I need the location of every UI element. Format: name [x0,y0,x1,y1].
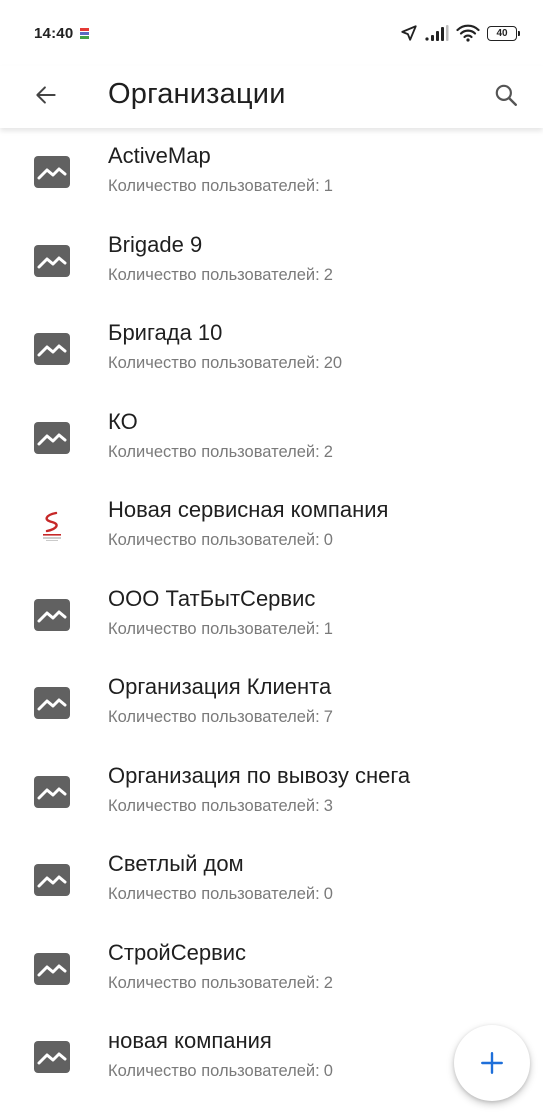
users-count-value: 2 [323,265,333,284]
list-item[interactable]: Организация Клиента Количество пользовате… [0,659,543,748]
organization-user-count: Количество пользователей: 3 [108,797,333,816]
users-count-label: Количество пользователей: [108,885,320,903]
image-placeholder-icon [34,1041,70,1073]
organization-name: СтройСервис [108,939,247,965]
organization-list: ActiveMap Количество пользователей: 1 Briga… [0,128,543,1102]
users-count-label: Количество пользователей: [108,1062,320,1080]
organization-name: Новая сервисная компания [108,497,389,522]
users-count-label: Количество пользователей: [108,619,320,638]
organization-user-count: Количество пользователей: 2 [108,266,333,285]
notification-icon [80,27,90,39]
users-count-value: 2 [323,973,333,992]
users-count-value: 2 [323,442,333,461]
image-placeholder-icon [34,864,70,896]
organization-user-count: Количество пользователей: 1 [108,177,333,196]
list-item[interactable]: ActiveMap Количество пользователей: 1 [0,128,543,217]
users-count-label: Количество пользователей: [108,531,320,549]
back-button[interactable] [30,79,62,111]
search-icon [495,84,517,106]
users-count-label: Количество пользователей: [108,708,320,726]
organization-user-count: Количество пользователей: 1 [108,620,333,639]
organization-user-count: Количество пользователей: 0 [108,531,333,550]
organization-name: Brigade 9 [108,231,203,257]
users-count-label: Количество пользователей: [108,442,320,461]
status-bar: 14:40 40 [0,0,543,66]
list-item[interactable]: СтройСервис Количество пользователей: 2 [0,925,543,1014]
organization-user-count: Количество пользователей: 20 [108,354,342,373]
add-organization-button[interactable] [454,1025,530,1101]
organization-name: новая компания [108,1028,272,1053]
users-count-value: 3 [323,796,333,815]
battery-icon: 40 [487,25,520,41]
wifi-icon [456,24,480,42]
users-count-value: 20 [323,354,343,372]
location-arrow-icon [401,25,417,41]
list-item[interactable]: Бригада 10 Количество пользователей: 20 [0,305,543,394]
organization-name: КО [108,408,138,434]
users-count-label: Количество пользователей: [108,265,320,284]
users-count-label: Количество пользователей: [108,354,320,372]
organization-name: Организация по вывозу снега [108,762,411,788]
list-item[interactable]: Организация по вывозу снега Количество по… [0,748,543,837]
list-item[interactable]: КО Количество пользователей: 2 [0,394,543,483]
company-logo-icon [34,510,70,542]
users-count-value: 7 [323,708,333,726]
image-placeholder-icon [34,775,70,808]
users-count-value: 0 [323,885,333,903]
image-placeholder-icon [34,687,70,719]
app-bar: Организации [0,66,543,128]
list-item[interactable]: Светлый дом Количество пользователей: 0 [0,836,543,925]
image-placeholder-icon [34,952,70,985]
organization-name: Светлый дом [108,851,244,876]
signal-icon [425,25,449,41]
image-placeholder-icon [34,156,70,188]
arrow-back-icon [36,86,56,104]
search-button[interactable] [489,78,523,112]
list-item[interactable]: ООО ТатБытСервис Количество пользователей… [0,571,543,660]
organization-name: ActiveMap [108,143,211,168]
organizations-screen: 14:40 40 Организации ActiveMap Количеств… [0,0,543,1120]
page-title: Организации [108,78,286,110]
list-item[interactable]: Brigade 9 Количество пользователей: 2 [0,217,543,306]
status-icons: 40 [400,24,520,42]
status-time: 14:40 [34,24,74,42]
users-count-value: 0 [323,531,333,549]
users-count-value: 0 [323,1062,333,1080]
organization-user-count: Количество пользователей: 2 [108,443,333,462]
organization-user-count: Количество пользователей: 2 [108,974,333,993]
organization-name: ООО ТатБытСервис [108,585,316,611]
image-placeholder-icon [34,333,70,365]
image-placeholder-icon [34,421,70,454]
organization-user-count: Количество пользователей: 0 [108,885,333,904]
users-count-value: 1 [323,177,333,195]
organization-name: Бригада 10 [108,320,223,345]
battery-level: 40 [496,27,508,39]
organization-user-count: Количество пользователей: 7 [108,708,333,727]
image-placeholder-icon [34,598,70,631]
organization-user-count: Количество пользователей: 0 [108,1062,333,1081]
users-count-value: 1 [323,619,333,638]
users-count-label: Количество пользователей: [108,796,320,815]
list-item[interactable]: Новая сервисная компания Количество польз… [0,482,543,571]
users-count-label: Количество пользователей: [108,973,320,992]
image-placeholder-icon [34,244,70,277]
organization-name: Организация Клиента [108,674,332,699]
users-count-label: Количество пользователей: [108,177,320,195]
plus-icon [481,1052,503,1074]
